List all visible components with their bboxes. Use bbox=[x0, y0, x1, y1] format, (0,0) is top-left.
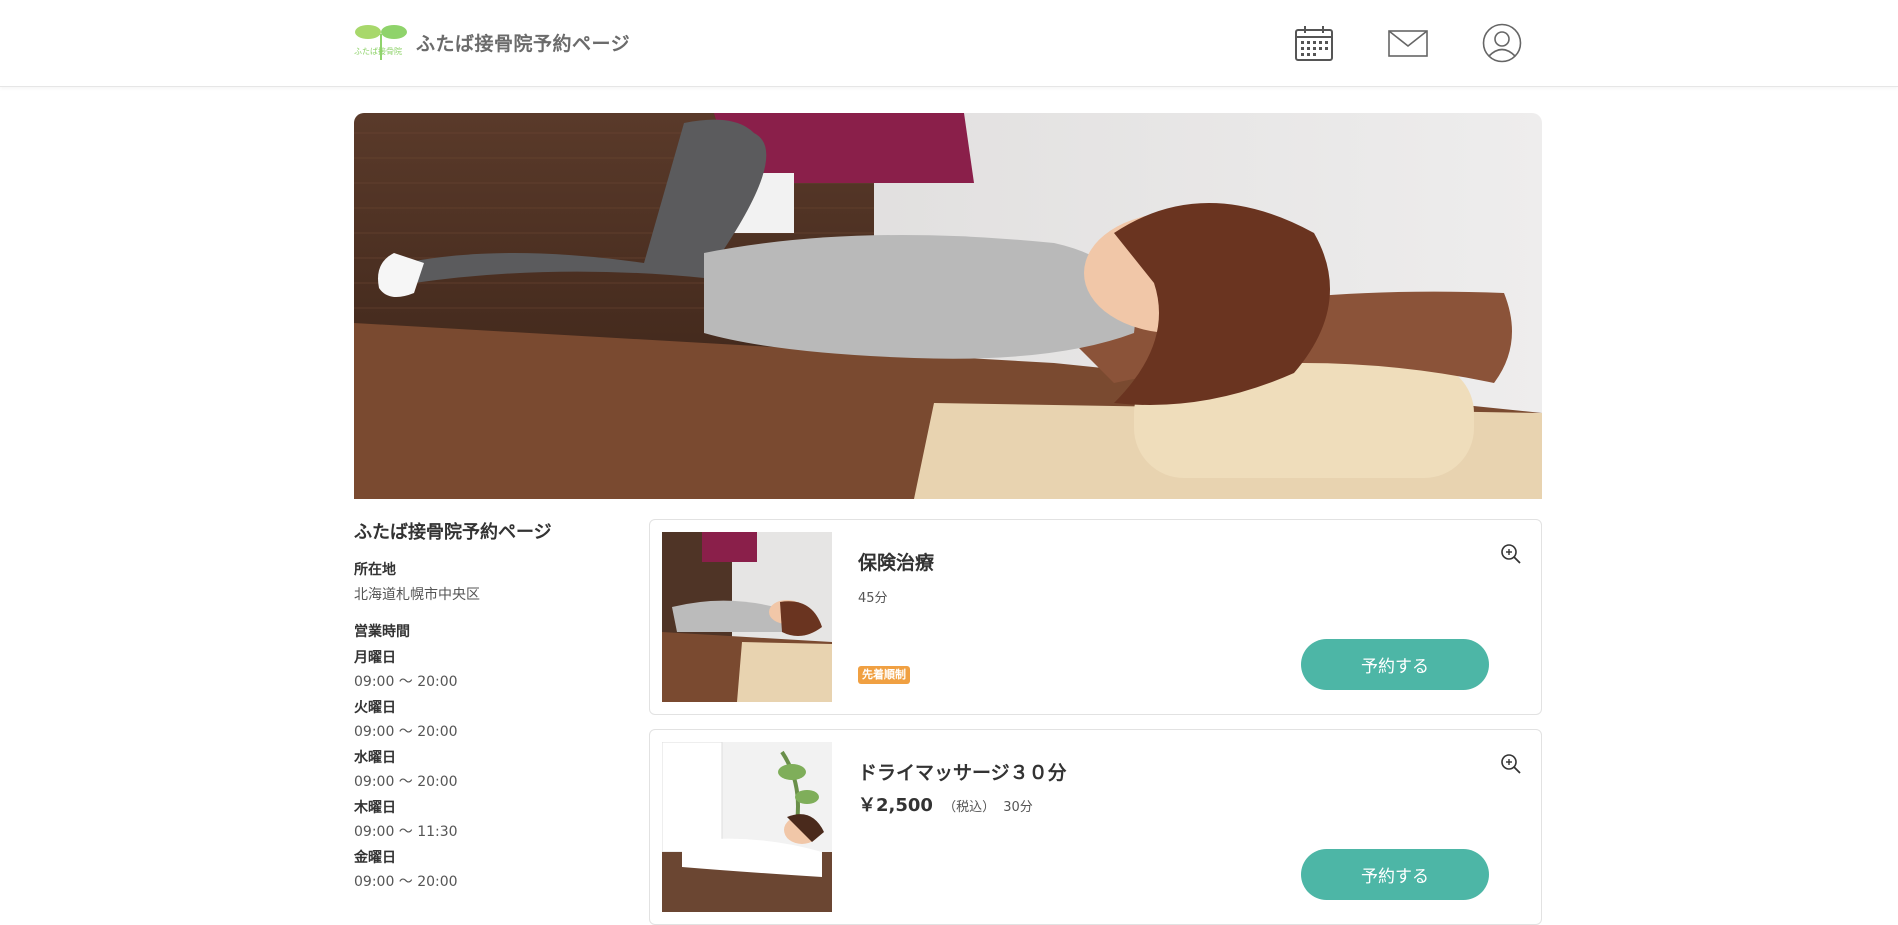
site-logo[interactable]: ふたば接骨院 ふたば接骨院予約ページ bbox=[354, 22, 630, 62]
hours-label: 営業時間 bbox=[354, 624, 410, 640]
zoom-in-icon[interactable] bbox=[1499, 542, 1523, 566]
menu-card[interactable]: 保険治療 45分 先着順制 予約する bbox=[649, 519, 1542, 715]
day-label: 火曜日 bbox=[354, 700, 396, 716]
site-header: ふたば接骨院 ふたば接骨院予約ページ bbox=[0, 0, 1898, 87]
sprout-logo-icon: ふたば接骨院 bbox=[354, 22, 410, 62]
user-icon bbox=[1482, 23, 1522, 63]
day-hours: 09:00 〜 20:00 bbox=[354, 674, 458, 690]
day-label: 木曜日 bbox=[354, 800, 396, 816]
day-hours: 09:00 〜 20:00 bbox=[354, 774, 458, 790]
clinic-info: ふたば接骨院予約ページ 所在地 北海道札幌市中央区 営業時間 月曜日 09:00… bbox=[354, 520, 614, 892]
day-hours: 09:00 〜 20:00 bbox=[354, 724, 458, 740]
day-label: 水曜日 bbox=[354, 750, 396, 766]
location-value: 北海道札幌市中央区 bbox=[354, 587, 480, 603]
reserve-button[interactable]: 予約する bbox=[1301, 849, 1489, 900]
menu-duration: 45分 bbox=[858, 591, 888, 606]
menu-duration: 30分 bbox=[1003, 800, 1033, 815]
hero-image bbox=[354, 113, 1542, 499]
first-come-badge: 先着順制 bbox=[858, 666, 910, 684]
zoom-in-icon[interactable] bbox=[1499, 752, 1523, 776]
calendar-icon bbox=[1295, 26, 1333, 61]
menu-title: ドライマッサージ３０分 bbox=[858, 762, 1067, 784]
site-title: ふたば接骨院予約ページ bbox=[416, 32, 631, 55]
logo-small-text: ふたば接骨院 bbox=[354, 47, 402, 56]
day-hours: 09:00 〜 11:30 bbox=[354, 824, 458, 840]
day-hours: 09:00 〜 20:00 bbox=[354, 874, 458, 890]
mail-icon bbox=[1388, 30, 1428, 57]
day-label: 月曜日 bbox=[354, 650, 396, 666]
menu-price-row: ￥2,500 （税込） 30分 bbox=[858, 791, 1033, 817]
clinic-name: ふたば接骨院予約ページ bbox=[354, 522, 552, 543]
day-label: 金曜日 bbox=[354, 850, 396, 866]
menu-title: 保険治療 bbox=[858, 552, 935, 574]
location-label: 所在地 bbox=[354, 562, 396, 578]
calendar-button[interactable] bbox=[1292, 22, 1336, 64]
menu-card[interactable]: ドライマッサージ３０分 ￥2,500 （税込） 30分 予約する bbox=[649, 729, 1542, 925]
menu-price: ￥2,500 bbox=[858, 795, 933, 816]
account-button[interactable] bbox=[1480, 22, 1524, 64]
tax-note: （税込） bbox=[943, 800, 996, 815]
menu-thumbnail bbox=[662, 742, 832, 912]
mail-button[interactable] bbox=[1386, 22, 1430, 64]
menu-thumbnail bbox=[662, 532, 832, 702]
reserve-button[interactable]: 予約する bbox=[1301, 639, 1489, 690]
